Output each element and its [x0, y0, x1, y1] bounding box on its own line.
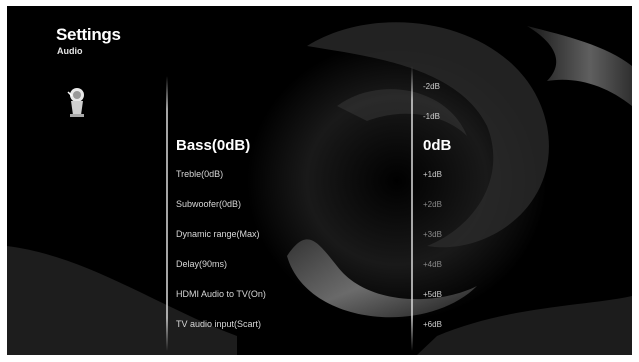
value-option[interactable]: +5dB: [423, 290, 442, 299]
menu-item-bass[interactable]: Bass(0dB): [176, 137, 250, 154]
value-option[interactable]: -1dB: [423, 112, 440, 121]
page-title: Settings: [56, 25, 121, 44]
speaker-icon: [67, 88, 84, 117]
menu-item-subwoofer[interactable]: Subwoofer(0dB): [176, 199, 241, 209]
tv-settings-screen: Settings Audio Bass(0dB) Treble(0dB) Sub…: [7, 6, 632, 355]
menu-item-delay[interactable]: Delay(90ms): [176, 259, 227, 269]
menu-item-hdmi-audio-to-tv[interactable]: HDMI Audio to TV(On): [176, 289, 266, 299]
value-option-selected[interactable]: 0dB: [423, 137, 451, 154]
menu-divider-right: [411, 66, 413, 351]
value-option[interactable]: +3dB: [423, 230, 442, 239]
background-swirl-graphic: [7, 6, 632, 355]
value-option[interactable]: +2dB: [423, 200, 442, 209]
menu-item-dynamic-range[interactable]: Dynamic range(Max): [176, 229, 260, 239]
menu-item-treble[interactable]: Treble(0dB): [176, 169, 223, 179]
value-option[interactable]: +6dB: [423, 320, 442, 329]
page-subtitle: Audio: [57, 46, 83, 56]
value-option[interactable]: +1dB: [423, 170, 442, 179]
menu-item-tv-audio-input[interactable]: TV audio input(Scart): [176, 319, 261, 329]
value-option[interactable]: -2dB: [423, 82, 440, 91]
value-option[interactable]: +4dB: [423, 260, 442, 269]
menu-divider-left: [166, 76, 168, 351]
